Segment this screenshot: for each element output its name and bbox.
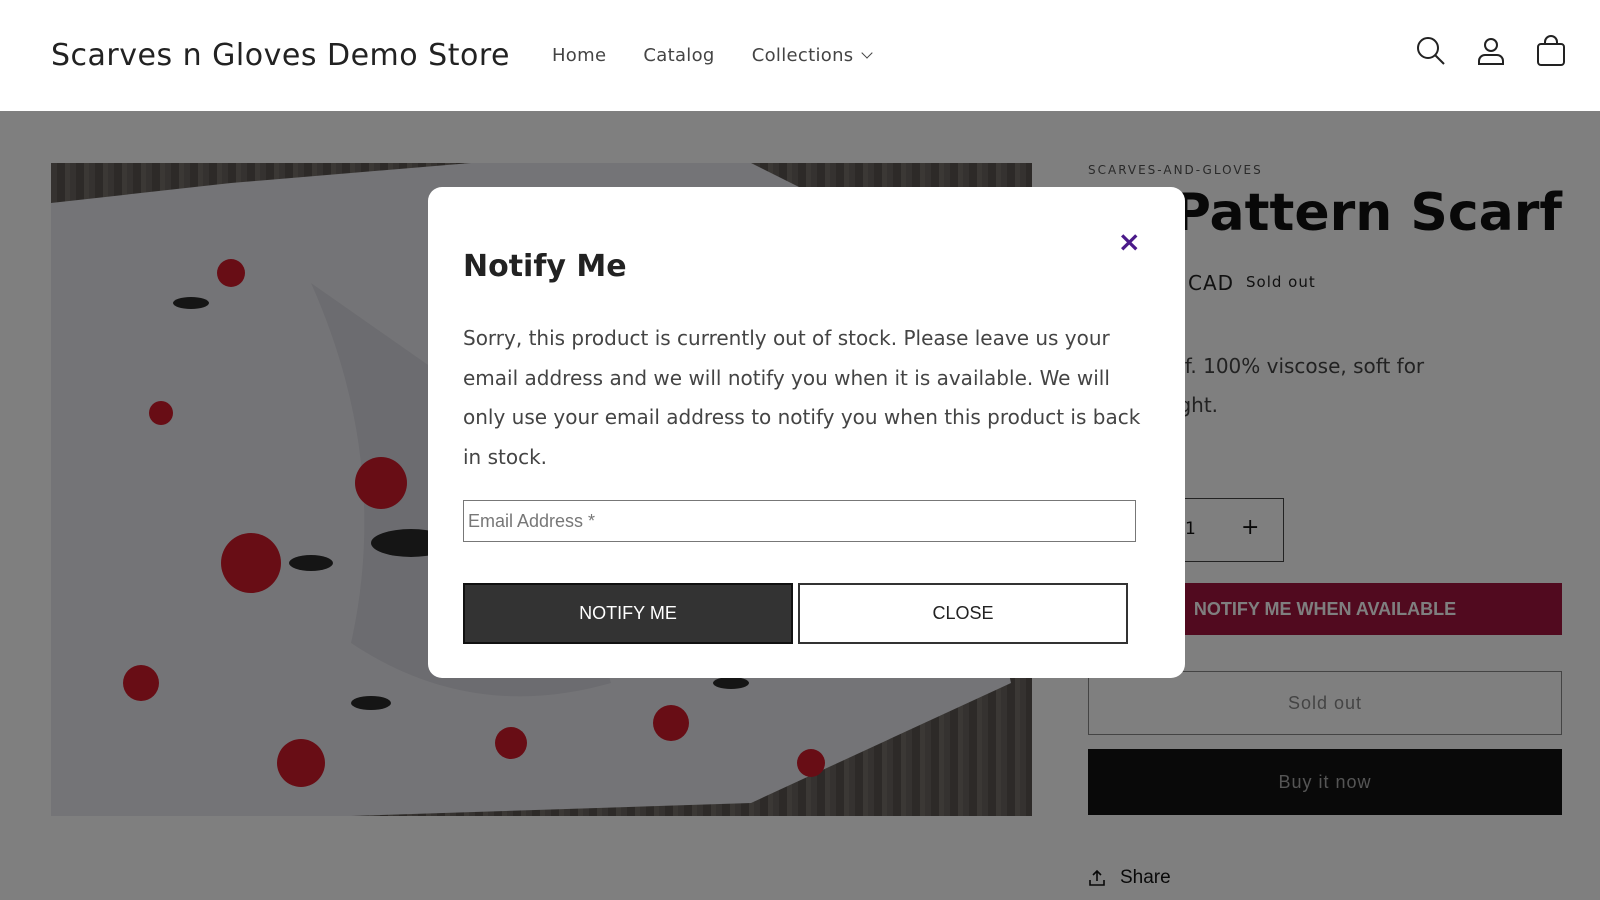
notify-me-modal: × Notify Me Sorry, this product is curre… xyxy=(428,187,1185,678)
cart-icon[interactable] xyxy=(1534,34,1568,68)
modal-message: Sorry, this product is currently out of … xyxy=(463,326,1141,469)
nav-collections[interactable]: Collections xyxy=(751,45,874,66)
close-button[interactable]: CLOSE xyxy=(798,583,1128,644)
account-icon[interactable] xyxy=(1474,34,1508,68)
main-nav: Home Catalog Collections xyxy=(552,45,904,66)
modal-title: Notify Me xyxy=(463,249,627,284)
nav-catalog[interactable]: Catalog xyxy=(643,45,714,66)
nav-home[interactable]: Home xyxy=(552,45,606,66)
email-field[interactable] xyxy=(463,500,1136,542)
notify-me-button[interactable]: NOTIFY ME xyxy=(463,583,793,644)
search-icon[interactable] xyxy=(1414,34,1448,68)
site-header: Scarves n Gloves Demo Store Home Catalog… xyxy=(0,0,1600,111)
chevron-down-icon xyxy=(861,47,874,59)
close-icon[interactable]: × xyxy=(1118,225,1141,258)
store-logo[interactable]: Scarves n Gloves Demo Store xyxy=(51,38,510,73)
nav-collections-label: Collections xyxy=(751,45,854,66)
